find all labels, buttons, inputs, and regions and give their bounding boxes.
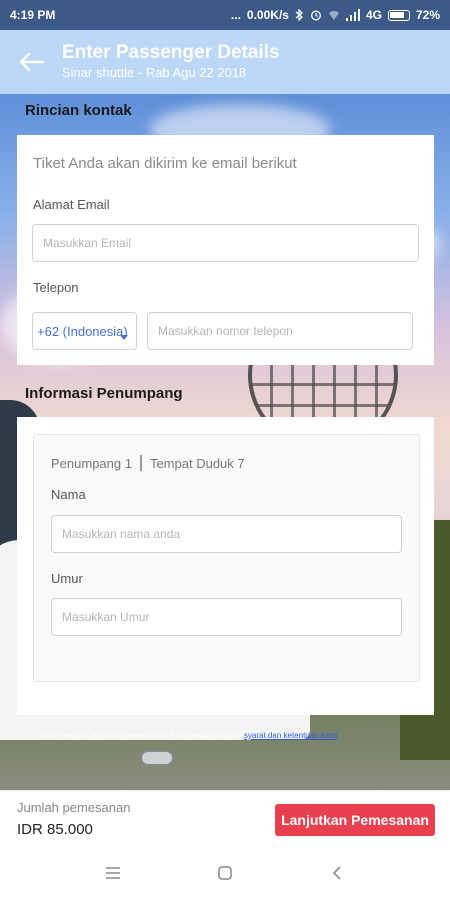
header-titles: Enter Passenger Details Sinar shuttle - …	[62, 42, 280, 82]
signal-icon	[345, 9, 360, 21]
battery-level: 72%	[415, 8, 440, 22]
system-nav-bar	[0, 846, 450, 900]
name-field[interactable]	[51, 515, 402, 553]
passenger-number: Penumpang 1	[51, 455, 132, 471]
home-button[interactable]	[205, 853, 245, 893]
passenger-form: Penumpang 1 Tempat Duduk 7 Nama Umur	[33, 434, 420, 682]
chevron-left-icon	[332, 866, 341, 880]
page-title: Enter Passenger Details	[62, 42, 280, 63]
booking-footer: Jumlah pemesanan IDR 85.000 Lanjutkan Pe…	[0, 790, 450, 846]
country-code-value: +62 (Indonesia)	[37, 323, 128, 339]
status-icons: ... 0.00K/s 4G 72%	[231, 8, 440, 22]
bus-headlight	[140, 750, 174, 766]
terms-link[interactable]: syarat dan ketentuan kami	[244, 731, 338, 740]
total-amount: IDR 85.000	[17, 821, 93, 838]
email-label: Alamat Email	[33, 197, 110, 212]
alarm-icon	[310, 9, 322, 21]
wifi-off-icon	[328, 9, 340, 21]
app-header: Enter Passenger Details Sinar shuttle - …	[0, 30, 450, 94]
back-nav-button[interactable]	[317, 853, 357, 893]
menu-icon	[106, 867, 120, 879]
continue-booking-button[interactable]: Lanjutkan Pemesanan	[275, 804, 435, 836]
age-label: Umur	[51, 571, 83, 586]
total-label: Jumlah pemesanan	[17, 800, 131, 815]
battery-icon	[387, 9, 410, 21]
email-field[interactable]	[32, 224, 419, 262]
back-button[interactable]	[0, 30, 62, 94]
status-bar: 4:19 PM ... 0.00K/s 4G 72%	[0, 0, 450, 30]
bluetooth-icon	[295, 9, 304, 21]
divider	[139, 455, 142, 471]
menu-button[interactable]	[93, 853, 133, 893]
seat-number: Tempat Duduk 7	[149, 455, 245, 471]
passenger-heading: Informasi Penumpang	[25, 385, 183, 402]
contact-heading: Rincian kontak	[25, 102, 132, 119]
arrow-left-icon	[19, 52, 44, 72]
passenger-seat-row: Penumpang 1 Tempat Duduk 7	[51, 455, 245, 471]
network-type: 4G	[365, 8, 382, 22]
ticket-info-text: Tiket Anda akan dikirim ke email berikut	[33, 155, 297, 172]
status-dots: ...	[230, 8, 241, 22]
name-label: Nama	[51, 487, 86, 502]
phone-field[interactable]	[147, 312, 413, 350]
age-field[interactable]	[51, 598, 402, 636]
contact-card: Tiket Anda akan dikirim ke email berikut…	[17, 135, 434, 365]
terms-prefix: Saat mengklik lanjutkan pemesanan, Anda …	[38, 731, 244, 740]
terms-text: Saat mengklik lanjutkan pemesanan, Anda …	[38, 731, 338, 740]
network-speed: 0.00K/s	[246, 8, 289, 22]
passenger-card: Penumpang 1 Tempat Duduk 7 Nama Umur	[17, 417, 434, 715]
country-code-select[interactable]: +62 (Indonesia)	[32, 312, 137, 350]
page-subtitle: Sinar shuttle - Rab Agu 22 2018	[62, 65, 247, 80]
phone-label: Telepon	[33, 280, 79, 295]
status-time: 4:19 PM	[10, 8, 56, 22]
caret-down-icon	[120, 335, 128, 340]
square-icon	[218, 866, 232, 880]
